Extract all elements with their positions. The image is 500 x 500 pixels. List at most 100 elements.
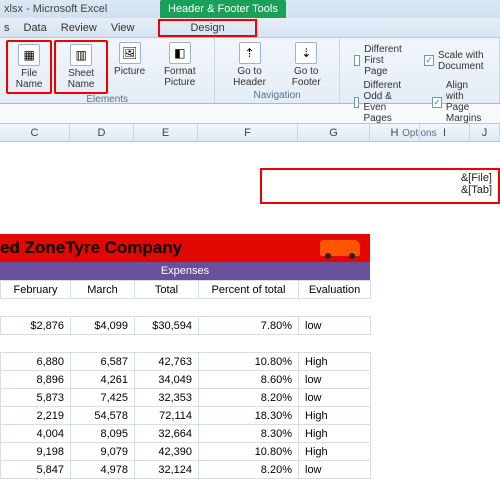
cell[interactable]: High — [299, 425, 371, 443]
cell[interactable]: 9,198 — [1, 443, 71, 461]
cell[interactable]: 42,390 — [135, 443, 199, 461]
cell[interactable]: 10.80% — [199, 353, 299, 371]
checkbox-icon: ✓ — [432, 97, 442, 108]
chk-diff-odd-even[interactable]: Different Odd & Even Pages — [354, 80, 415, 124]
cell[interactable]: 4,261 — [71, 371, 135, 389]
cell[interactable]: 4,978 — [71, 461, 135, 479]
table-row[interactable]: 2,21954,57872,11418.30%High — [1, 407, 371, 425]
th-eval[interactable]: Evaluation — [299, 281, 371, 299]
cell[interactable]: 2,219 — [1, 407, 71, 425]
sheet-name-label: Sheet Name — [60, 68, 102, 90]
table-row[interactable]: 4,0048,09532,6648.30%High — [1, 425, 371, 443]
cell[interactable]: 5,847 — [1, 461, 71, 479]
cell[interactable]: 8,095 — [71, 425, 135, 443]
opt-label: Different Odd & Even Pages — [363, 80, 414, 124]
table-row[interactable]: 8,8964,26134,0498.60%low — [1, 371, 371, 389]
col-header-d[interactable]: D — [70, 124, 134, 141]
cell[interactable]: low — [299, 389, 371, 407]
cell[interactable]: 7.80% — [199, 317, 299, 335]
chk-diff-first-page[interactable]: Different First Page — [354, 44, 407, 77]
goto-footer-button[interactable]: ⇣ Go to Footer — [280, 40, 333, 90]
app-title: xlsx - Microsoft Excel — [4, 3, 107, 15]
opt-label: Different First Page — [364, 44, 406, 77]
menu-view[interactable]: View — [111, 22, 135, 34]
header-section-right[interactable]: &[File] &[Tab] — [260, 168, 500, 204]
col-header-c[interactable]: C — [0, 124, 70, 141]
chk-align-margins[interactable]: ✓Align with Page Margins — [432, 80, 485, 124]
cell[interactable]: low — [299, 461, 371, 479]
cell[interactable]: $30,594 — [135, 317, 199, 335]
cell[interactable]: 32,353 — [135, 389, 199, 407]
menu-review[interactable]: Review — [61, 22, 97, 34]
table-row — [1, 335, 371, 353]
cell[interactable]: 34,049 — [135, 371, 199, 389]
cell[interactable]: $4,099 — [71, 317, 135, 335]
ribbon-group-options: Different First Page ✓Scale with Documen… — [340, 38, 500, 103]
group-label-navigation: Navigation — [221, 90, 332, 103]
cell[interactable]: 8.30% — [199, 425, 299, 443]
menu-data[interactable]: Data — [24, 22, 47, 34]
cell[interactable]: low — [299, 371, 371, 389]
header-code-tab: &[Tab] — [268, 184, 492, 196]
table-row[interactable]: 9,1989,07942,39010.80%High — [1, 443, 371, 461]
th-mar[interactable]: March — [71, 281, 135, 299]
contextual-tab-title: Header & Footer Tools — [160, 0, 286, 18]
cell[interactable]: 42,763 — [135, 353, 199, 371]
cell[interactable]: 7,425 — [71, 389, 135, 407]
cell[interactable]: 8,896 — [1, 371, 71, 389]
cell[interactable]: $2,876 — [1, 317, 71, 335]
group-label-elements: Elements — [6, 94, 208, 107]
checkbox-icon — [354, 97, 360, 108]
expenses-table: February March Total Percent of total Ev… — [0, 280, 371, 479]
file-name-button[interactable]: ▦ File Name — [6, 40, 52, 94]
table-row[interactable]: 5,8474,97832,1248.20%low — [1, 461, 371, 479]
cell[interactable]: High — [299, 353, 371, 371]
cell[interactable]: 6,587 — [71, 353, 135, 371]
menu-bar: s Data Review View Design — [0, 18, 500, 38]
tab-design[interactable]: Design — [158, 19, 256, 37]
cell[interactable]: High — [299, 407, 371, 425]
cell[interactable]: 4,004 — [1, 425, 71, 443]
cell[interactable]: 72,114 — [135, 407, 199, 425]
col-header-g[interactable]: G — [298, 124, 370, 141]
sheet-icon: ▥ — [70, 44, 92, 66]
table-row[interactable]: 5,8737,42532,3538.20%low — [1, 389, 371, 407]
cell[interactable]: 8.20% — [199, 389, 299, 407]
col-header-h[interactable]: H — [370, 124, 420, 141]
checkbox-icon: ✓ — [424, 55, 434, 66]
picture-button[interactable]: 🖼 Picture — [110, 40, 149, 94]
col-header-f[interactable]: F — [198, 124, 298, 141]
ribbon-group-navigation: ⇡ Go to Header ⇣ Go to Footer Navigation — [215, 38, 339, 103]
cell[interactable]: 8.20% — [199, 461, 299, 479]
col-header-j[interactable]: J — [470, 124, 500, 141]
header-code-file: &[File] — [268, 172, 492, 184]
chk-scale-doc[interactable]: ✓Scale with Document — [424, 44, 485, 77]
cell[interactable]: 18.30% — [199, 407, 299, 425]
cell[interactable]: low — [299, 317, 371, 335]
cell[interactable]: 32,664 — [135, 425, 199, 443]
cell[interactable]: High — [299, 443, 371, 461]
th-pct[interactable]: Percent of total — [199, 281, 299, 299]
cell[interactable]: 5,873 — [1, 389, 71, 407]
th-feb[interactable]: February — [1, 281, 71, 299]
cell[interactable]: 54,578 — [71, 407, 135, 425]
sheet-name-button[interactable]: ▥ Sheet Name — [54, 40, 108, 94]
table-row[interactable]: $2,876$4,099$30,5947.80%low — [1, 317, 371, 335]
goto-footer-label: Go to Footer — [284, 66, 329, 88]
cell[interactable]: 6,880 — [1, 353, 71, 371]
cell[interactable]: 8.60% — [199, 371, 299, 389]
company-title-bar: ed ZoneTyre Company — [0, 234, 370, 262]
cell[interactable]: 10.80% — [199, 443, 299, 461]
format-picture-label: Format Picture — [155, 66, 204, 88]
format-picture-button[interactable]: ◧ Format Picture — [151, 40, 208, 94]
goto-header-button[interactable]: ⇡ Go to Header — [221, 40, 277, 90]
file-icon: ▦ — [18, 44, 40, 66]
col-header-e[interactable]: E — [134, 124, 198, 141]
table-row[interactable]: 6,8806,58742,76310.80%High — [1, 353, 371, 371]
cell[interactable]: 9,079 — [71, 443, 135, 461]
cell[interactable]: 32,124 — [135, 461, 199, 479]
car-icon — [320, 240, 360, 256]
col-header-i[interactable]: I — [420, 124, 470, 141]
menu-item[interactable]: s — [4, 22, 10, 34]
th-total[interactable]: Total — [135, 281, 199, 299]
